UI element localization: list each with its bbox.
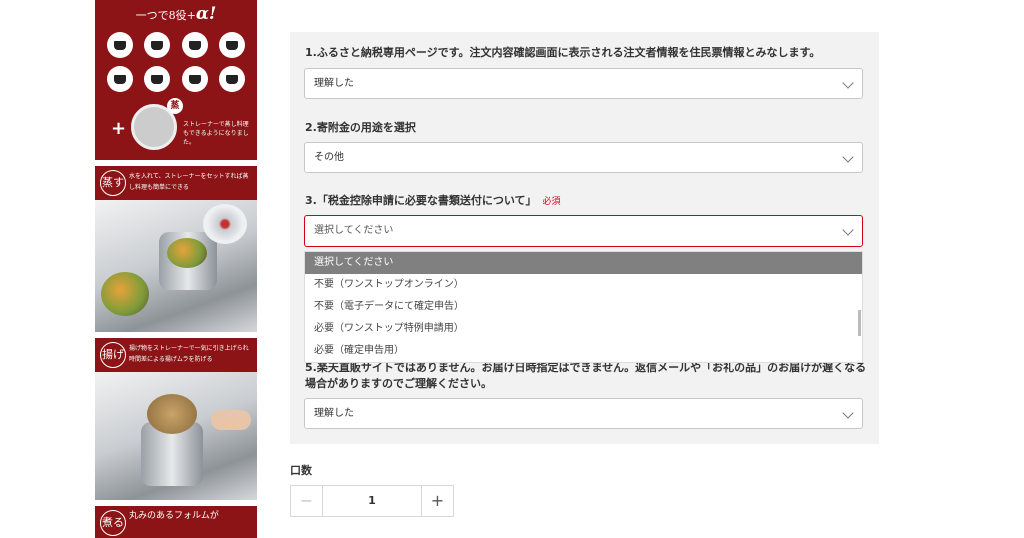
veggie-icon — [144, 66, 171, 92]
bottom-section-icon: 煮る — [100, 510, 126, 536]
q3-select[interactable]: 選択してください — [304, 215, 863, 247]
boil-icon — [144, 32, 171, 58]
product-banner: 一つで8役+α! + 蒸 ストレーナーで蒸し料理もできるようになりました。 — [95, 0, 257, 160]
chevron-down-icon — [842, 77, 854, 89]
steam-badge: 蒸 — [167, 98, 183, 114]
bottom-section-strip: 煮る 丸みのあるフォルムが — [95, 506, 257, 538]
steam-section-strip: 蒸す 水を入れて、ストレーナーをセットすれば蒸し料理も簡単にできる — [95, 166, 257, 200]
q5-select[interactable]: 理解した — [304, 398, 863, 429]
chevron-down-icon — [842, 151, 854, 163]
q2-selected-value: その他 — [314, 152, 344, 163]
banner-header: 一つで8役+α! — [135, 4, 217, 24]
pan-icon — [181, 32, 208, 58]
stew-icon — [218, 32, 245, 58]
quantity-stepper: − 1 + — [290, 485, 454, 517]
chevron-down-icon — [842, 224, 854, 236]
dropdown-option[interactable]: 不要（ワンストップオンライン） — [305, 274, 862, 296]
q1-selected-value: 理解した — [314, 78, 354, 89]
cooking-icons-row-1 — [107, 32, 245, 58]
dropdown-option[interactable]: 必要（確定申告用） — [305, 340, 862, 362]
product-image-column: 一つで8役+α! + 蒸 ストレーナーで蒸し料理もできるようになりました。 蒸す… — [95, 0, 257, 538]
pot-icon — [107, 32, 133, 58]
pot-lid — [203, 204, 247, 244]
fry-section-icon: 揚げる — [100, 342, 126, 385]
q1-select[interactable]: 理解した — [304, 68, 863, 99]
fry-icon — [181, 66, 208, 92]
bottom-description: 丸みのあるフォルムが — [129, 511, 219, 521]
chevron-down-icon — [842, 407, 854, 419]
q1-label: 1.ふるさと納税専用ページです。注文内容確認画面に表示される注文者情報を住民票情… — [305, 46, 821, 59]
steam-description: 水を入れて、ストレーナーをセットすれば蒸し料理も簡単にできる — [129, 173, 249, 191]
q5-label: 5.楽天直販サイトではありません。お届け日時指定はできません。返信メールや「お礼… — [305, 361, 867, 390]
dropdown-option[interactable]: 選択してください — [305, 252, 862, 274]
fried-food — [147, 394, 197, 434]
dropdown-scrollbar[interactable] — [858, 310, 861, 336]
q3-label: 3.「税金控除申請に必要な書類送付について」 必須 — [305, 192, 561, 208]
steamed-vegetables — [167, 238, 207, 268]
plus-icon: + — [111, 118, 127, 139]
q3-selected-value: 選択してください — [314, 225, 394, 236]
hand — [211, 410, 251, 430]
steam-icon: 蒸す — [100, 170, 126, 196]
vegetable-plate — [101, 272, 149, 316]
dropdown-option[interactable]: 不要（電子データにて確定申告） — [305, 296, 862, 318]
rice-icon — [107, 66, 133, 92]
fry-section-strip: 揚げる 揚げ物をストレーナーで一気に引き上げられ時間差による揚げムラを防げる — [95, 338, 257, 385]
dropdown-option[interactable]: 必要（ワンストップ特例申請用） — [305, 318, 862, 340]
steam-photo — [95, 200, 257, 332]
strainer-caption: ストレーナーで蒸し料理もできるようになりました。 — [183, 121, 249, 146]
q3-label-text: 3.「税金控除申請に必要な書類送付について」 — [305, 194, 537, 207]
q5-selected-value: 理解した — [314, 408, 354, 419]
milk-icon — [218, 66, 245, 92]
quantity-label: 口数 — [290, 464, 312, 477]
decrement-button[interactable]: − — [291, 486, 323, 516]
q2-label: 2.寄附金の用途を選択 — [305, 121, 416, 134]
q3-dropdown-list: 選択してください 不要（ワンストップオンライン） 不要（電子データにて確定申告）… — [304, 251, 863, 363]
cooking-icons-row-2 — [107, 66, 245, 92]
increment-button[interactable]: + — [421, 486, 453, 516]
fry-description: 揚げ物をストレーナーで一気に引き上げられ時間差による揚げムラを防げる — [129, 345, 249, 363]
fry-photo — [95, 372, 257, 500]
q2-select[interactable]: その他 — [304, 142, 863, 173]
required-badge: 必須 — [542, 197, 561, 207]
quantity-input[interactable]: 1 — [323, 486, 421, 516]
